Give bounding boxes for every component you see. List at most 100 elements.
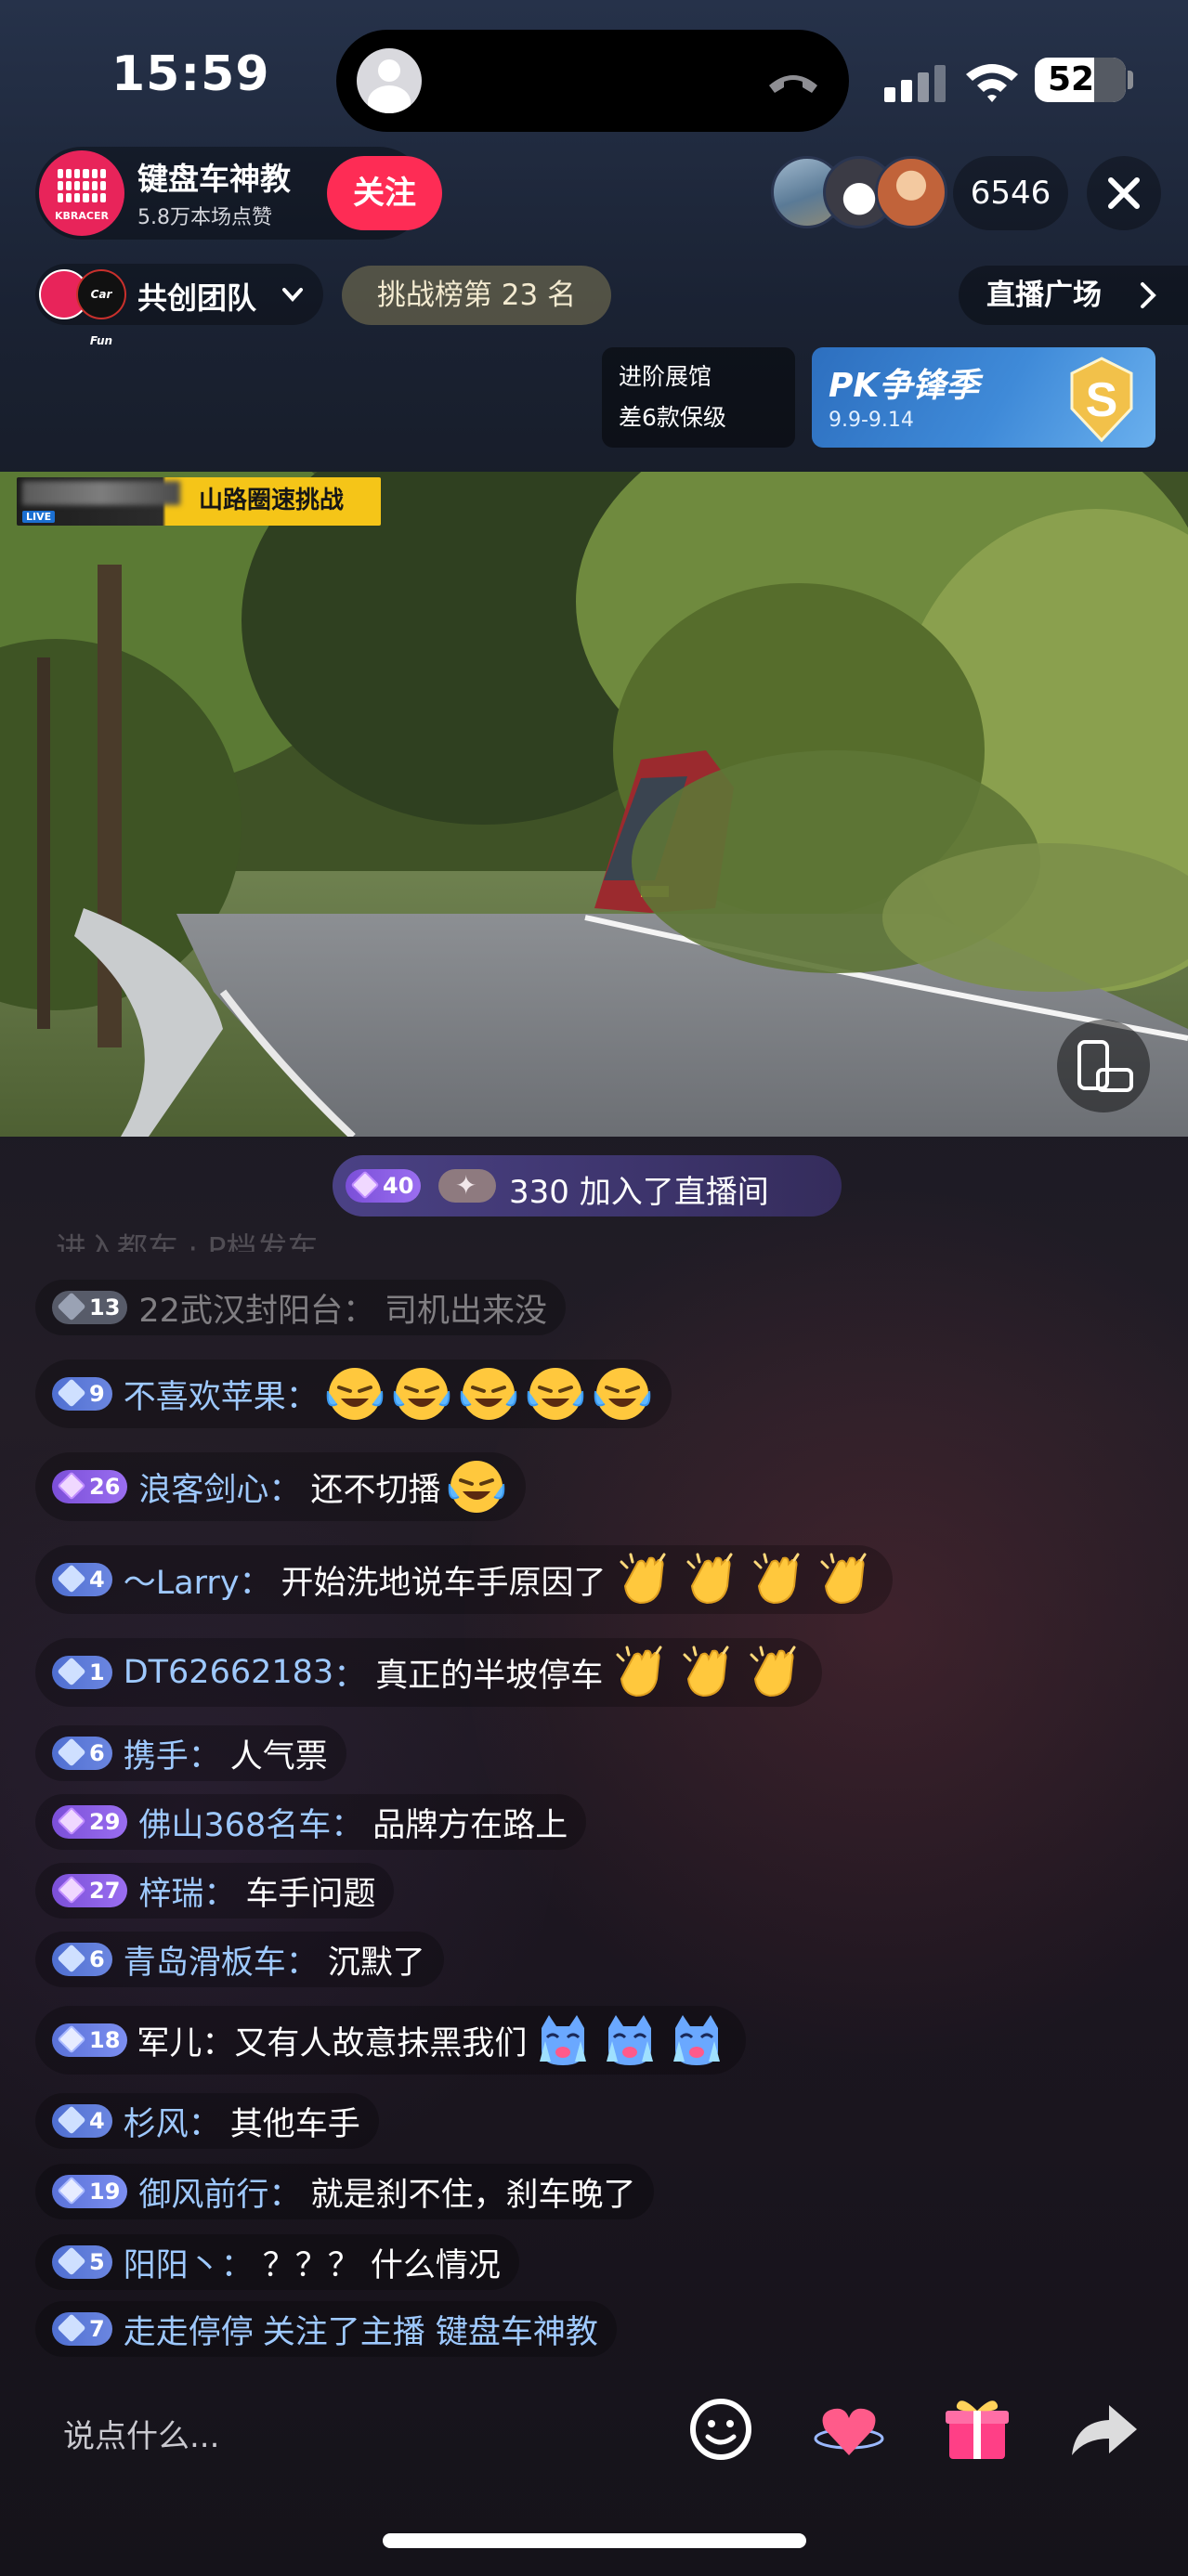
avatar[interactable] (875, 156, 947, 228)
gem-icon (57, 2313, 86, 2343)
level-number: 1 (89, 1659, 105, 1685)
top-viewer-avatars[interactable] (771, 156, 947, 230)
comment-row[interactable]: 19 御风前行：就是刹不住，刹车晚了 (35, 2164, 655, 2219)
comment-row[interactable]: 29 佛山368名车：品牌方在路上 (35, 1794, 587, 1850)
upgrade-gallery-card[interactable]: 进阶展馆 差6款保级 (602, 347, 795, 448)
wifi-icon (966, 64, 1018, 102)
close-button[interactable] (1087, 156, 1161, 230)
comment-row[interactable]: 9 不喜欢苹果： (35, 1360, 672, 1428)
level-number: 26 (89, 1474, 121, 1500)
dynamic-island[interactable] (336, 30, 849, 132)
comment-username[interactable]: 杉风 (124, 2098, 189, 2145)
chevron-down-icon (282, 288, 303, 302)
battery-indicator: 52 (1035, 58, 1126, 102)
level-number: 40 (383, 1173, 414, 1199)
level-badge[interactable]: 5 (52, 2245, 112, 2279)
level-badge[interactable]: 29 (52, 1805, 128, 1839)
level-number: 7 (89, 2316, 105, 2342)
comment-row[interactable]: 6 携手：人气票 (35, 1725, 346, 1781)
gem-icon (57, 2246, 86, 2276)
crying-cat-icon (540, 2015, 587, 2065)
comment-row[interactable]: 4 ～Larry：开始洗地说车手原因了 (35, 1545, 893, 1614)
trophy-icon: S (1070, 357, 1133, 443)
clap-icon (820, 1553, 867, 1605)
comment-row[interactable]: 13 22武汉封阳台：司机出来没 (35, 1280, 566, 1335)
level-badge[interactable]: 6 (52, 1737, 112, 1770)
clap-icon (750, 1646, 796, 1698)
rotate-screen-button[interactable] (1057, 1020, 1150, 1112)
share-icon[interactable] (1059, 2385, 1148, 2474)
comment-separator: ： (285, 1378, 319, 1416)
team-selector[interactable]: Car Fun 共创团队 (35, 264, 323, 347)
comment-username[interactable]: 走走停停 (124, 2306, 254, 2353)
stream-banner-title: 山路圈速挑战 (199, 487, 345, 514)
level-badge[interactable]: 19 (52, 2175, 128, 2208)
gift-icon[interactable] (933, 2385, 1022, 2474)
level-badge[interactable]: 9 (52, 1377, 112, 1411)
level-badge[interactable]: 18 (52, 2023, 128, 2057)
level-badge[interactable]: 7 (52, 2312, 112, 2346)
comment-text: 军儿：又有人故意抹黑我们 (137, 2024, 528, 2062)
comment-username[interactable]: 阳阳丶 (124, 2239, 221, 2286)
host-avatar[interactable]: KBRACER (39, 150, 124, 236)
level-number: 4 (89, 2108, 105, 2134)
comment-separator: ： (239, 1564, 272, 1602)
emoji-icon[interactable] (676, 2385, 765, 2474)
level-badge[interactable]: 6 (52, 1943, 112, 1976)
comment-row[interactable]: 26 浪客剑心：还不切播 (35, 1452, 527, 1521)
team-label: 共创团队 (137, 280, 257, 316)
video-frame (0, 472, 1188, 1137)
comment-username[interactable]: 不喜欢苹果 (124, 1371, 286, 1418)
comment-text: 真正的半坡停车 (375, 1657, 604, 1695)
comment-text: 司机出来没 (384, 1292, 547, 1330)
comment-row[interactable]: 6 青岛滑板车：沉默了 (35, 1932, 444, 1987)
comment-row[interactable]: 4 杉风：其他车手 (35, 2093, 379, 2149)
comment-username[interactable]: ～Larry (124, 1556, 240, 1604)
comment-username[interactable]: 梓瑞 (138, 1867, 203, 1915)
comment-row[interactable]: 5 阳阳丶：？？？ 什么情况 (35, 2234, 519, 2290)
upgrade-title: 进阶展馆 (619, 363, 712, 390)
pk-season-card[interactable]: PK争锋季 9.9-9.14 S (812, 347, 1155, 448)
comment-row[interactable]: 7 走走停停 关注了主播 键盘车神教 (35, 2301, 617, 2357)
clap-icon (620, 1553, 666, 1605)
comment-username[interactable]: 佛山368名车 (138, 1799, 331, 1846)
level-badge[interactable]: 27 (52, 1874, 128, 1907)
comment-username[interactable]: 携手 (124, 1730, 189, 1777)
comment-input[interactable]: 说点什么... (35, 2392, 667, 2466)
comment-text: 品牌方在路上 (372, 1806, 568, 1844)
heart-icon[interactable] (804, 2385, 894, 2474)
comment-username[interactable]: 御风前行 (138, 2168, 268, 2216)
comment-username[interactable]: 22武汉封阳台 (138, 1284, 343, 1332)
live-video[interactable] (0, 472, 1188, 1137)
comment-username[interactable]: 青岛滑板车 (124, 1936, 286, 1984)
comment-text: 就是刹不住，刹车晚了 (310, 2176, 636, 2214)
level-badge[interactable]: 4 (52, 1563, 112, 1596)
chevron-right-icon (1141, 282, 1156, 308)
level-badge[interactable]: 13 (52, 1291, 128, 1324)
level-badge[interactable]: 4 (52, 2104, 112, 2138)
level-number: 6 (89, 1946, 105, 1972)
level-badge[interactable]: 1 (52, 1656, 112, 1689)
follow-button[interactable]: 关注 (327, 156, 442, 230)
comment-text: 沉默了 (327, 1944, 425, 1982)
join-text: 330 加入了直播间 (509, 1174, 769, 1211)
level-number: 6 (89, 1740, 105, 1766)
level-number: 13 (89, 1295, 121, 1321)
comment-username[interactable]: DT62662183 (124, 1654, 333, 1691)
viewer-count[interactable]: 6546 (953, 156, 1068, 230)
crying-laugh-icon (393, 1368, 450, 1420)
comment-separator: ： (285, 1944, 319, 1982)
comment-row[interactable]: 1 DT62662183：真正的半坡停车 (35, 1638, 823, 1707)
comment-text: 还不切播 (310, 1471, 441, 1509)
comment-username[interactable]: 浪客剑心 (138, 1464, 268, 1511)
level-badge[interactable]: 26 (52, 1470, 128, 1503)
comment-row[interactable]: 18 军儿：又有人故意抹黑我们 (35, 2006, 747, 2075)
pk-title: PK争锋季 (829, 367, 980, 405)
level-number: 29 (89, 1809, 121, 1835)
challenge-rank[interactable]: 挑战榜第 23 名 (342, 266, 611, 325)
keyboard-logo-icon (58, 169, 106, 202)
background-glow (464, 1161, 1188, 2089)
comment-row[interactable]: 27 梓瑞：车手问题 (35, 1863, 395, 1919)
host-likes: 5.8万本场点赞 (137, 206, 272, 229)
join-notice: 40 330 加入了直播间 (333, 1155, 842, 1216)
